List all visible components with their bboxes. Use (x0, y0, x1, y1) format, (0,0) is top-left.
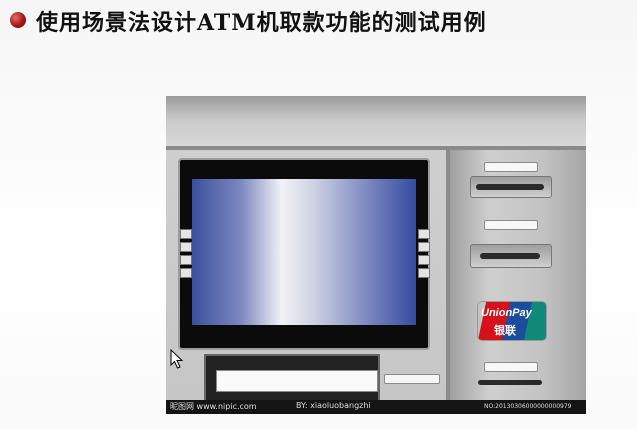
slide-title: 使用场景法设计ATM机取款功能的测试用例 (36, 10, 487, 36)
indicator-light (484, 362, 538, 372)
watermark-site: 昵图网 www.nipic.com (170, 402, 257, 411)
indicator-light (484, 220, 538, 230)
card-slot (476, 184, 544, 190)
atm-side-button-right (418, 255, 430, 265)
slide-header: 使用场景法设计ATM机取款功能的测试用例 (0, 0, 637, 48)
cash-dispenser-slot (216, 370, 378, 392)
atm-side-button-right (418, 242, 430, 252)
unionpay-logo: UnionPay 银联 (478, 302, 546, 340)
unionpay-chinese-text: 银联 (494, 324, 516, 337)
atm-side-button-left (180, 229, 192, 239)
atm-side-button-left (180, 255, 192, 265)
bullet-icon (10, 12, 26, 28)
passbook-slot (480, 253, 540, 259)
indicator-light (484, 162, 538, 172)
atm-machine-image: UnionPay 银联 昵图网 www.nipic.com BY: xiaolu… (166, 96, 586, 414)
watermark-id: NO:20130306000000000979 (484, 403, 572, 410)
watermark-bar: 昵图网 www.nipic.com BY: xiaoluobangzhi NO:… (166, 400, 586, 414)
atm-side-button-left (180, 242, 192, 252)
atm-side-button-left (180, 268, 192, 278)
atm-screen (192, 179, 416, 325)
receipt-indicator (384, 374, 440, 384)
atm-side-button-right (418, 268, 430, 278)
atm-panel-divider (446, 150, 450, 400)
watermark-author: BY: xiaoluobangzhi (296, 401, 371, 410)
mouse-pointer-icon (170, 349, 184, 369)
unionpay-text: UnionPay (481, 307, 532, 319)
atm-top-housing (166, 96, 586, 148)
atm-side-button-right (418, 229, 430, 239)
receipt-slot (478, 380, 542, 385)
